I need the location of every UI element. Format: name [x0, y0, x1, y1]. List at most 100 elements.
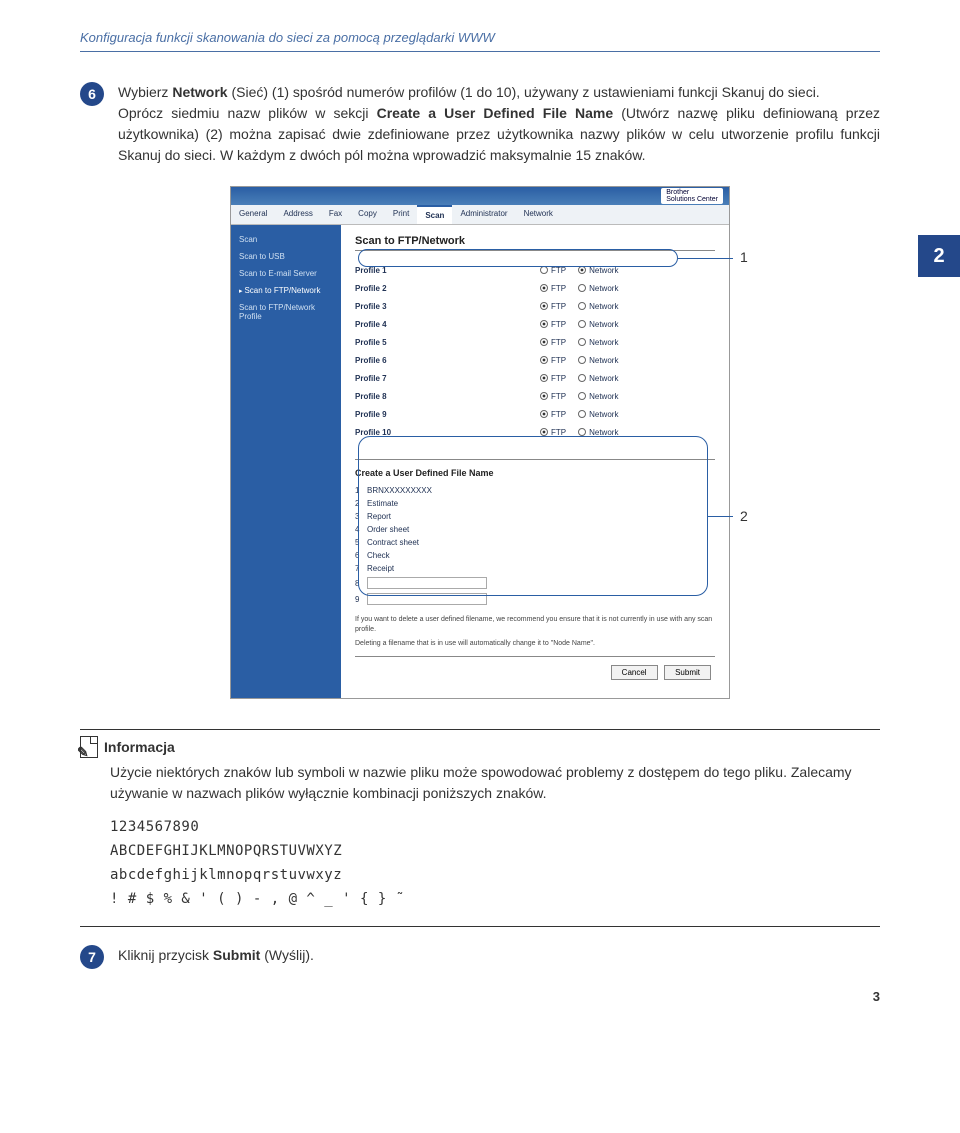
- network-radio[interactable]: [578, 284, 586, 292]
- step-7-body: Kliknij przycisk Submit (Wyślij).: [118, 945, 314, 969]
- profile-label: Profile 4: [355, 320, 410, 329]
- profile-name-input[interactable]: [410, 354, 520, 366]
- filename-input[interactable]: [367, 593, 487, 605]
- profile-name-input[interactable]: [410, 426, 520, 438]
- app-tab-print[interactable]: Print: [385, 205, 417, 224]
- profile-label: Profile 2: [355, 284, 410, 293]
- profile-name-input[interactable]: [410, 408, 520, 420]
- ftp-radio[interactable]: [540, 356, 548, 364]
- profile-label: Profile 3: [355, 302, 410, 311]
- profile-row: Profile 8FTPNetwork: [355, 387, 715, 405]
- allowed-chars-line: ABCDEFGHIJKLMNOPQRSTUVWXYZ: [110, 840, 880, 864]
- embedded-screenshot: Brother Solutions Center GeneralAddressF…: [230, 186, 730, 699]
- sidebar-item[interactable]: Scan: [231, 231, 341, 248]
- idx: 5: [355, 538, 367, 547]
- ftp-radio[interactable]: [540, 338, 548, 346]
- filename-input[interactable]: [367, 577, 487, 589]
- network-radio[interactable]: [578, 302, 586, 310]
- profile-name-input[interactable]: [410, 282, 520, 294]
- profile-row: Profile 1FTPNetwork: [355, 261, 715, 279]
- note-text: If you want to delete a user defined fil…: [355, 615, 715, 635]
- network-radio[interactable]: [578, 410, 586, 418]
- info-title-row: Informacja: [80, 736, 880, 758]
- network-label: Network: [589, 284, 618, 293]
- ftp-radio[interactable]: [540, 428, 548, 436]
- profile-name-input[interactable]: [410, 318, 520, 330]
- filename-preset: Order sheet: [367, 525, 409, 534]
- network-label: Network: [589, 302, 618, 311]
- main-title: Scan to FTP/Network: [355, 235, 715, 251]
- ftp-label: FTP: [551, 302, 566, 311]
- profile-name-input[interactable]: [410, 336, 520, 348]
- sidebar-item[interactable]: Scan to FTP/Network Profile: [231, 299, 341, 325]
- t: Oprócz siedmiu nazw plików w sekcji: [118, 105, 377, 121]
- app-tab-scan[interactable]: Scan: [417, 205, 452, 224]
- app-window: Brother Solutions Center GeneralAddressF…: [230, 186, 730, 699]
- ftp-radio[interactable]: [540, 374, 548, 382]
- filename-preset: BRNXXXXXXXXX: [367, 486, 432, 495]
- page-header: Konfiguracja funkcji skanowania do sieci…: [80, 30, 880, 52]
- profile-row: Profile 2FTPNetwork: [355, 279, 715, 297]
- network-radio[interactable]: [578, 392, 586, 400]
- idx: 2: [355, 499, 367, 508]
- app-tab-fax[interactable]: Fax: [321, 205, 350, 224]
- submit-button[interactable]: Submit: [664, 665, 711, 680]
- app-tab-general[interactable]: General: [231, 205, 275, 224]
- profile-name-input[interactable]: [410, 300, 520, 312]
- sidebar: ScanScan to USBScan to E-mail ServerScan…: [231, 225, 341, 698]
- profile-row: Profile 6FTPNetwork: [355, 351, 715, 369]
- ftp-label: FTP: [551, 338, 566, 347]
- profile-name-input[interactable]: [410, 372, 520, 384]
- app-tab-administrator[interactable]: Administrator: [452, 205, 515, 224]
- network-label: Network: [589, 392, 618, 401]
- page-number: 3: [80, 989, 880, 1004]
- ftp-radio[interactable]: [540, 410, 548, 418]
- brother-badge: Brother Solutions Center: [661, 188, 723, 204]
- step-number-7: 7: [80, 945, 104, 969]
- network-radio[interactable]: [578, 320, 586, 328]
- idx: 8: [355, 579, 367, 588]
- t: Solutions Center: [666, 196, 718, 203]
- step-6-body: Wybierz Network (Sieć) (1) spośród numer…: [118, 82, 880, 166]
- info-box: Informacja Użycie niektórych znaków lub …: [80, 729, 880, 926]
- app-tab-network[interactable]: Network: [516, 205, 561, 224]
- ftp-radio[interactable]: [540, 266, 548, 274]
- filename-row: 8: [355, 575, 715, 591]
- network-radio[interactable]: [578, 266, 586, 274]
- ftp-label: FTP: [551, 356, 566, 365]
- idx: 3: [355, 512, 367, 521]
- main-panel: Scan to FTP/Network Profile 1FTPNetworkP…: [341, 225, 729, 698]
- network-radio[interactable]: [578, 338, 586, 346]
- filename-row: 4Order sheet: [355, 523, 715, 536]
- idx: 4: [355, 525, 367, 534]
- network-radio[interactable]: [578, 356, 586, 364]
- t: Użycie niektórych znaków lub symboli w n…: [110, 764, 852, 801]
- ftp-radio[interactable]: [540, 320, 548, 328]
- t: Create a User Defined File Name: [377, 105, 614, 121]
- filename-preset: Contract sheet: [367, 538, 419, 547]
- ftp-radio[interactable]: [540, 284, 548, 292]
- app-tab-copy[interactable]: Copy: [350, 205, 385, 224]
- ftp-radio[interactable]: [540, 392, 548, 400]
- filename-row: 1BRNXXXXXXXXX: [355, 484, 715, 497]
- info-title: Informacja: [104, 739, 175, 755]
- app-tab-address[interactable]: Address: [275, 205, 320, 224]
- profile-label: Profile 1: [355, 266, 410, 275]
- profile-name-input[interactable]: [410, 264, 520, 276]
- sidebar-item[interactable]: Scan to FTP/Network: [231, 282, 341, 299]
- sidebar-item[interactable]: Scan to USB: [231, 248, 341, 265]
- filename-preset: Receipt: [367, 564, 394, 573]
- cancel-button[interactable]: Cancel: [611, 665, 658, 680]
- network-radio[interactable]: [578, 428, 586, 436]
- idx: 6: [355, 551, 367, 560]
- network-label: Network: [589, 320, 618, 329]
- t: Wybierz: [118, 84, 172, 100]
- profile-label: Profile 8: [355, 392, 410, 401]
- profile-row: Profile 4FTPNetwork: [355, 315, 715, 333]
- section-title: Create a User Defined File Name: [355, 468, 715, 478]
- filename-preset: Report: [367, 512, 391, 521]
- profile-name-input[interactable]: [410, 390, 520, 402]
- sidebar-item[interactable]: Scan to E-mail Server: [231, 265, 341, 282]
- ftp-radio[interactable]: [540, 302, 548, 310]
- network-radio[interactable]: [578, 374, 586, 382]
